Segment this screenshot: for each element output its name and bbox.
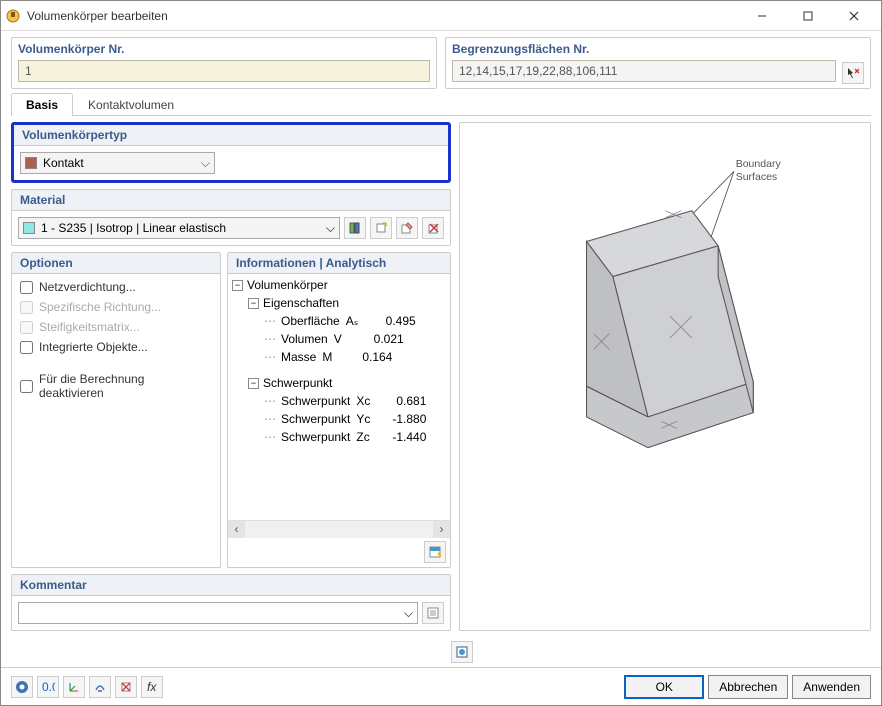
svg-text:fx: fx: [147, 680, 157, 694]
cancel-button[interactable]: Abbrechen: [708, 675, 788, 699]
tool-button-2[interactable]: [115, 676, 137, 698]
left-column: Volumenkörpertyp Kontakt ⌵ Material: [11, 122, 451, 631]
comment-panel: Kommentar ⌵: [11, 574, 451, 631]
scroll-left-icon[interactable]: ‹: [228, 521, 245, 538]
axis-button[interactable]: [63, 676, 85, 698]
options-info-row: Optionen Netzverdichtung... Spezifische …: [11, 252, 451, 568]
tree-centroid[interactable]: −Schwerpunkt: [232, 374, 446, 392]
preview-graphic: Boundary Surfaces: [481, 123, 850, 579]
chevron-down-icon: ⌵: [326, 221, 335, 236]
comment-input[interactable]: ⌵: [18, 602, 418, 624]
maximize-button[interactable]: [785, 1, 831, 31]
chevron-down-icon: ⌵: [404, 606, 413, 621]
tree-row-mass: ⋯MasseM0.164: [232, 348, 446, 366]
preview-panel: Boundary Surfaces: [459, 122, 871, 631]
option-deactivate-calc[interactable]: Für die Berechnung deaktivieren: [20, 372, 212, 400]
function-button[interactable]: fx: [141, 676, 163, 698]
preview-label-line2: Surfaces: [735, 171, 777, 183]
option-mesh-refinement[interactable]: Netzverdichtung...: [20, 280, 212, 294]
options-label: Optionen: [12, 253, 220, 274]
solid-type-swatch: [25, 157, 37, 169]
main-area: Volumenkörpertyp Kontakt ⌵ Material: [1, 116, 881, 637]
bottom-bar: 0.00 fx OK Abbrechen Anwenden: [1, 667, 881, 705]
solid-no-label: Volumenkörper Nr.: [18, 42, 430, 56]
app-icon: [5, 8, 21, 24]
tab-basis[interactable]: Basis: [11, 93, 73, 116]
scroll-track[interactable]: [245, 521, 433, 538]
top-fields-row: Volumenkörper Nr. 1 Begrenzungsflächen N…: [1, 31, 881, 93]
tabs-row: Basis Kontaktvolumen: [1, 93, 881, 116]
option-specdir-checkbox: [20, 301, 33, 314]
boundary-group: Begrenzungsflächen Nr. 12,14,15,17,19,22…: [445, 37, 871, 89]
scroll-right-icon[interactable]: ›: [433, 521, 450, 538]
material-library-button[interactable]: [344, 217, 366, 239]
preview-label-line1: Boundary: [735, 158, 781, 170]
info-tree[interactable]: −Volumenkörper −Eigenschaften ⋯Oberfläch…: [228, 274, 450, 520]
titlebar: Volumenkörper bearbeiten: [1, 1, 881, 31]
boundary-label: Begrenzungsflächen Nr.: [452, 42, 864, 56]
solid-no-input[interactable]: 1: [18, 60, 430, 82]
comment-pick-button[interactable]: [422, 602, 444, 624]
chevron-down-icon: ⌵: [201, 156, 210, 171]
boundary-input[interactable]: 12,14,15,17,19,22,88,106,111: [452, 60, 836, 82]
option-mesh-checkbox[interactable]: [20, 281, 33, 294]
solid-type-value: Kontakt: [43, 156, 201, 170]
material-new-button[interactable]: [370, 217, 392, 239]
tree-row-cy: ⋯SchwerpunktYc-1.880: [232, 410, 446, 428]
material-edit-button[interactable]: [396, 217, 418, 239]
option-specific-direction: Spezifische Richtung...: [20, 300, 212, 314]
tree-row-cz: ⋯SchwerpunktZc-1.440: [232, 428, 446, 446]
option-deact-checkbox[interactable]: [20, 380, 33, 393]
info-panel: Informationen | Analytisch −Volumenkörpe…: [227, 252, 451, 568]
option-stiffness-matrix: Steifigkeitsmatrix...: [20, 320, 212, 334]
option-integrated-objects[interactable]: Integrierte Objekte...: [20, 340, 212, 354]
apply-button[interactable]: Anwenden: [792, 675, 871, 699]
close-button[interactable]: [831, 1, 877, 31]
solid-no-group: Volumenkörper Nr. 1: [11, 37, 437, 89]
info-units-button[interactable]: [424, 541, 446, 563]
tab-bar: Basis Kontaktvolumen: [11, 93, 871, 116]
units-button[interactable]: 0.00: [37, 676, 59, 698]
material-dropdown[interactable]: 1 - S235 | Isotrop | Linear elastisch ⌵: [18, 217, 340, 239]
tool-button-1[interactable]: [89, 676, 111, 698]
solid-type-label: Volumenkörpertyp: [14, 125, 448, 146]
option-intobj-checkbox[interactable]: [20, 341, 33, 354]
window-title: Volumenkörper bearbeiten: [27, 9, 739, 23]
material-delete-button[interactable]: [422, 217, 444, 239]
material-label: Material: [12, 190, 450, 211]
tab-kontaktvolumen[interactable]: Kontaktvolumen: [73, 93, 189, 116]
help-button[interactable]: [11, 676, 33, 698]
solid-type-panel: Volumenkörpertyp Kontakt ⌵: [11, 122, 451, 183]
tree-row-cx: ⋯SchwerpunktXc0.681: [232, 392, 446, 410]
dialog-content: Volumenkörper Nr. 1 Begrenzungsflächen N…: [1, 31, 881, 667]
preview-settings-button[interactable]: [451, 641, 473, 663]
comment-label: Kommentar: [12, 575, 450, 596]
material-swatch: [23, 222, 35, 234]
options-panel: Optionen Netzverdichtung... Spezifische …: [11, 252, 221, 568]
info-label: Informationen | Analytisch: [228, 253, 450, 274]
tree-row-volume: ⋯VolumenV0.021: [232, 330, 446, 348]
solid-type-dropdown[interactable]: Kontakt ⌵: [20, 152, 215, 174]
options-list: Netzverdichtung... Spezifische Richtung.…: [12, 274, 220, 406]
option-stiff-checkbox: [20, 321, 33, 334]
tree-properties[interactable]: −Eigenschaften: [232, 294, 446, 312]
material-panel: Material 1 - S235 | Isotrop | Linear ela…: [11, 189, 451, 246]
minimize-button[interactable]: [739, 1, 785, 31]
pick-surfaces-button[interactable]: [842, 62, 864, 84]
dialog-window: Volumenkörper bearbeiten Volumenkörper N…: [0, 0, 882, 706]
tree-root[interactable]: −Volumenkörper: [232, 276, 446, 294]
material-value: 1 - S235 | Isotrop | Linear elastisch: [41, 221, 326, 235]
ok-button[interactable]: OK: [624, 675, 704, 699]
tree-row-surface: ⋯OberflächeAₛ0.495: [232, 312, 446, 330]
svg-text:0.00: 0.00: [42, 680, 55, 694]
info-h-scrollbar[interactable]: ‹ ›: [228, 520, 450, 537]
